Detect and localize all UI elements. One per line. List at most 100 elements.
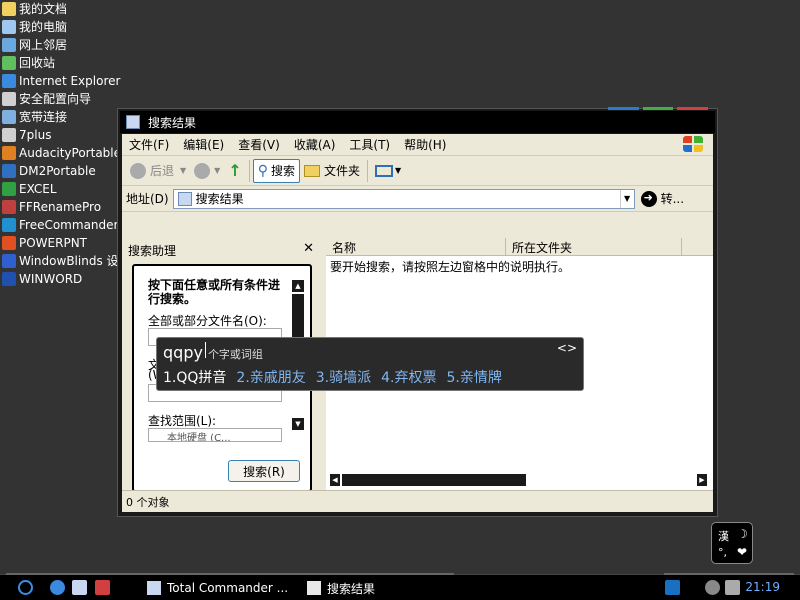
ime-candidate[interactable]: 4.弃权票 [381,367,436,387]
tray-icon[interactable] [705,580,720,595]
task-total-commander[interactable]: Total Commander ... [147,579,288,597]
ime-caret [204,342,206,358]
folders-button[interactable]: 文件夹 [300,159,364,183]
desktop-icon[interactable]: FFRenamePro [0,198,130,216]
taskbar-accent-line [664,573,794,575]
app-icon [2,128,16,142]
desktop-icon[interactable]: 安全配置向导 [0,90,130,108]
search-results-window: 搜索结果 文件(F) 编辑(E) 查看(V) 收藏(A) 工具(T) 帮助(H)… [117,107,718,517]
search-label: 搜索 [271,164,296,178]
back-dropdown-icon: ▼ [180,166,187,175]
my-computer-icon [2,20,16,34]
desktop-icon[interactable]: Internet Explorer [0,72,130,90]
desktop-icon[interactable]: EXCEL [0,180,130,198]
status-object-count: 0 个对象 [126,495,170,509]
dm2-icon [2,164,16,178]
explorer-quicklaunch-icon[interactable] [72,580,87,595]
desktop-icon-label: 我的文档 [19,2,68,16]
moon-icon[interactable]: ☽ [737,527,748,541]
menu-view[interactable]: 查看(V) [231,136,287,153]
desktop-icon-label: FreeCommander [19,218,119,232]
taskbar-accent-line [6,573,454,575]
desktop-icon[interactable]: DM2Portable [0,162,130,180]
desktop-icon[interactable]: AudacityPortable [0,144,130,162]
address-label: 地址(D) [126,192,169,206]
search-button[interactable]: ⚲ 搜索 [252,158,301,183]
qq-pinyin-tray-icon[interactable] [665,580,680,595]
results-horizontal-scrollbar[interactable]: ◀ ▶ [330,474,707,486]
powerpoint-icon [2,236,16,250]
up-arrow-icon: ↑ [228,161,242,180]
menu-tools[interactable]: 工具(T) [342,136,397,153]
window-body: 文件(F) 编辑(E) 查看(V) 收藏(A) 工具(T) 帮助(H) 后退 ▼… [122,134,713,512]
desktop-icon[interactable]: FreeCommander [0,216,130,234]
desktop-icon[interactable]: 回收站 [0,54,130,72]
app-quicklaunch-icon[interactable] [95,580,110,595]
ime-candidate[interactable]: 5.亲情牌 [446,367,501,387]
desktop-icon-label: FFRenamePro [19,200,102,214]
desktop-icon[interactable]: 网上邻居 [0,36,130,54]
address-input[interactable]: 搜索结果 ▼ [172,188,635,209]
menu-help[interactable]: 帮助(H) [397,136,453,153]
menu-file[interactable]: 文件(F) [122,136,176,153]
desktop-icon-label: EXCEL [19,182,57,196]
search-submit-button[interactable]: 搜索(R) [228,460,300,482]
menu-bar: 文件(F) 编辑(E) 查看(V) 收藏(A) 工具(T) 帮助(H) [122,134,713,156]
magnifier-icon: ⚲ [257,162,268,179]
han-mode-icon[interactable]: 漢 [718,528,729,544]
ie-quicklaunch-icon[interactable] [50,580,65,595]
column-filler [682,238,713,256]
address-value: 搜索结果 [195,192,244,206]
window-titlebar[interactable]: 搜索结果 [120,111,715,133]
total-commander-icon [147,581,161,595]
desktop-icon[interactable]: WINWORD [0,270,130,288]
ime-candidates: 1.QQ拼音 2.亲戚朋友 3.骑墙派 4.弃权票 5.亲情牌 [163,367,502,387]
desktop-icon[interactable]: 我的文档 [0,0,130,18]
task-search-results[interactable]: 搜索结果 [307,579,375,597]
menu-favorites[interactable]: 收藏(A) [287,136,343,153]
audacity-icon [2,146,16,160]
desktop-icon-label: Internet Explorer [19,74,121,88]
scroll-down-icon[interactable]: ▼ [292,418,304,430]
desktop-icon[interactable]: WindowBlinds 设 [0,252,130,270]
desktop-icon-label: WINWORD [19,272,83,286]
scope-select[interactable]: 本地硬盘 (C... [148,428,282,442]
go-button[interactable]: ➜ 转... [640,190,684,207]
excel-icon [2,182,16,196]
heart-icon[interactable]: ❤ [737,545,747,559]
desktop-icon[interactable]: 我的电脑 [0,18,130,36]
scroll-right-icon[interactable]: ▶ [697,474,707,486]
ime-candidate[interactable]: 3.骑墙派 [316,367,371,387]
desktop-icon[interactable]: 宽带连接 [0,108,130,126]
address-bar: 地址(D) 搜索结果 ▼ ➜ 转... [122,186,713,212]
ime-candidate[interactable]: 2.亲戚朋友 [236,367,305,387]
menu-edit[interactable]: 编辑(E) [176,136,231,153]
clock[interactable]: 21:19 [745,580,780,594]
scroll-left-icon[interactable]: ◀ [330,474,340,486]
column-name[interactable]: 名称 [326,238,506,256]
forward-button[interactable]: ▼ [190,159,224,183]
desktop-icon[interactable]: POWERPNT [0,234,130,252]
up-folder-button[interactable]: ↑ [224,159,245,183]
scroll-up-icon[interactable]: ▲ [292,280,304,292]
recycle-bin-icon [2,56,16,70]
back-button[interactable]: 后退 ▼ [126,159,190,183]
ime-page-arrows-icon[interactable]: <> [557,341,577,355]
horizontal-scroll-thumb[interactable] [342,474,526,486]
tray-icon[interactable] [725,580,740,595]
address-dropdown-icon[interactable]: ▼ [619,189,634,208]
start-button-icon[interactable] [18,580,33,595]
ime-candidate[interactable]: 1.QQ拼音 [163,367,226,387]
views-button[interactable]: ▼ [371,159,405,183]
punctuation-icon[interactable]: °, [718,546,727,559]
desktop-icon[interactable]: 7plus [0,126,130,144]
search-hint-text: 要开始搜索，请按照左边窗格中的说明执行。 [330,260,571,274]
taskbar: Total Commander ... 搜索结果 21:19 [0,573,800,600]
window-title: 搜索结果 [148,115,197,130]
toolbar: 后退 ▼ ▼ ↑ ⚲ 搜索 文件夹 ▼ [122,156,713,186]
desktop-icon-label: 回收站 [19,56,56,70]
column-folder[interactable]: 所在文件夹 [506,238,682,256]
close-icon[interactable]: ✕ [303,241,314,256]
ime-status-widget[interactable]: 漢 ☽ °, ❤ [711,522,753,564]
toolbar-separator [367,159,369,182]
